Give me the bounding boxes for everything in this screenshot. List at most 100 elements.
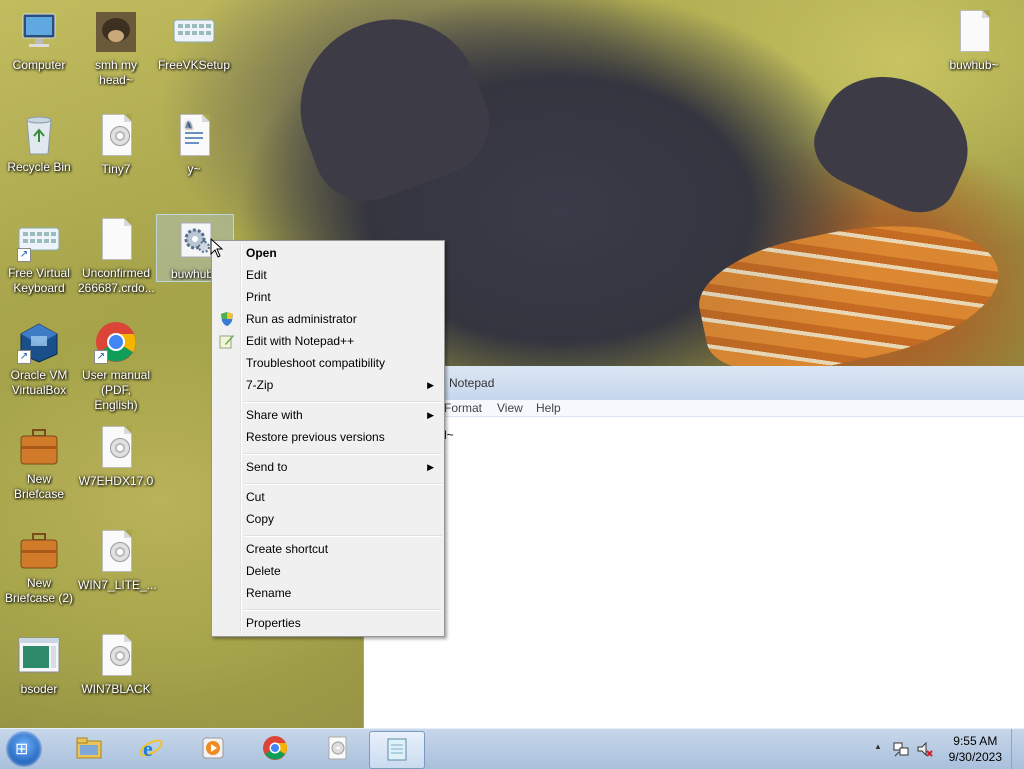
image-thumbnail-icon [94,10,138,54]
chrome-icon: ↗ [94,320,138,364]
menu-item-create-shortcut[interactable]: Create shortcut [214,538,442,560]
notepad-title-bar[interactable]: Notepad [364,366,1024,400]
menu-item-restore-previous-versions[interactable]: Restore previous versions [214,426,442,448]
media-player-icon [202,737,224,759]
desktop-icon-label: W7EHDX17.0 [78,474,154,488]
desktop-icon-new-briefcase[interactable]: New Briefcase [1,424,77,502]
submenu-arrow-icon: ▶ [427,380,434,390]
desktop-icon-recycle-bin[interactable]: Recycle Bin [1,112,77,175]
menu-separator [244,535,442,537]
desktop-icon-label: bsoder [20,682,58,696]
menu-item-open[interactable]: Open [214,242,442,264]
svg-text:A: A [185,120,192,130]
shield-icon [219,311,235,327]
notepad-text-area[interactable]: l~ [444,428,454,442]
desktop-icon-y[interactable]: A y~ [156,114,232,177]
taskbar-media-player[interactable] [186,731,240,767]
shortcut-arrow-icon: ↗ [17,350,31,364]
disc-image-icon [328,736,347,760]
desktop-icon-buwhub-tilde[interactable]: buwhub~ [936,10,1012,73]
desktop-icon-label: WIN7BLACK [81,682,151,696]
menu-item-edit[interactable]: Edit [214,264,442,286]
menu-item-share-with[interactable]: Share with ▶ [214,404,442,426]
taskbar-explorer[interactable] [62,731,116,767]
clock-time: 9:55 AM [953,734,998,748]
shortcut-arrow-icon: ↗ [17,248,31,262]
disc-image-icon [94,426,138,470]
desktop-icon-w7ehdx17[interactable]: W7EHDX17.0 [78,426,154,489]
desktop-icon-label: FreeVKSetup [157,58,231,72]
desktop-icon-computer[interactable]: Computer [1,10,77,73]
desktop-icon-unconfirmed-download[interactable]: Unconfirmed 266687.crdo... [78,218,155,296]
shortcut-arrow-icon: ↗ [94,350,108,364]
menu-help[interactable]: Help [536,401,561,415]
desktop-icon-label: New Briefcase [13,472,65,501]
menu-item-rename[interactable]: Rename [214,582,442,604]
folder-icon [76,737,102,759]
desktop-icon-freevksetup[interactable]: FreeVKSetup [156,10,232,73]
menu-item-edit-with-notepadpp[interactable]: Edit with Notepad++ [214,330,442,352]
taskbar-internet-explorer[interactable]: e [124,731,178,767]
desktop-icon-bsoder[interactable]: bsoder [1,634,77,697]
desktop-icon-tiny7[interactable]: Tiny7 [78,114,154,177]
menu-view[interactable]: View [497,401,523,415]
menu-separator [244,401,442,403]
desktop-icon-label: Unconfirmed 266687.crdo... [78,266,155,295]
desktop-icon-label: y~ [187,162,201,176]
taskbar: ⊞ e ▲ 9:55 AM 9/30/2023 [0,728,1024,769]
menu-item-properties[interactable]: Properties [214,612,442,634]
desktop-icon-win7-lite[interactable]: WIN7_LITE_... [78,530,157,593]
menu-item-7zip[interactable]: 7-Zip ▶ [214,374,442,396]
menu-item-run-as-administrator[interactable]: Run as administrator [214,308,442,330]
menu-item-cut[interactable]: Cut [214,486,442,508]
desktop-icon-win7black[interactable]: WIN7BLACK [78,634,154,697]
notepad-title: Notepad [449,376,495,390]
document-icon [94,218,138,262]
recycle-bin-icon [17,112,61,156]
virtualbox-icon: ↗ [17,320,61,364]
keyboard-icon [172,10,216,54]
notepadpp-icon [219,333,235,349]
show-hidden-icons-button[interactable]: ▲ [874,742,882,751]
chrome-icon [263,736,287,760]
desktop-icon-label: WIN7_LITE_... [78,578,157,592]
briefcase-icon [17,528,61,572]
application-window-icon [17,634,61,678]
desktop-icon-smh-my-head[interactable]: smh my head~ [78,10,154,88]
taskbar-chrome[interactable] [248,731,302,767]
menu-item-send-to[interactable]: Send to ▶ [214,456,442,478]
start-button[interactable]: ⊞ [6,731,42,767]
network-icon[interactable] [892,740,910,758]
taskbar-notepad[interactable] [369,731,425,769]
document-icon [952,10,996,54]
desktop-icon-free-virtual-keyboard[interactable]: ↗ Free Virtual Keyboard [1,218,77,296]
menu-item-print[interactable]: Print [214,286,442,308]
desktop-icon-user-manual[interactable]: ↗ User manual (PDF, English) [78,320,154,413]
clock[interactable]: 9:55 AM 9/30/2023 [949,733,1002,765]
svg-text:e: e [143,736,153,761]
menu-item-troubleshoot-compatibility[interactable]: Troubleshoot compatibility [214,352,442,374]
internet-explorer-icon: e [139,736,163,761]
menu-format[interactable]: Format [444,401,482,415]
menu-separator [244,483,442,485]
desktop-icon-label: Recycle Bin [7,160,71,174]
notepad-icon [387,738,407,761]
menu-item-delete[interactable]: Delete [214,560,442,582]
volume-muted-icon[interactable] [916,740,934,758]
disc-image-icon [94,114,138,158]
mouse-cursor-icon [210,238,224,258]
disc-image-icon [94,530,138,574]
submenu-arrow-icon: ▶ [427,462,434,472]
submenu-arrow-icon: ▶ [427,410,434,420]
menu-item-copy[interactable]: Copy [214,508,442,530]
desktop-icon-label: buwhub~ [949,58,999,72]
windows-logo-icon: ⊞ [15,741,29,758]
system-tray: ▲ 9:55 AM 9/30/2023 [864,729,1024,769]
clock-date: 9/30/2023 [948,750,1002,764]
desktop-icon-new-briefcase-2[interactable]: New Briefcase (2) [1,528,77,606]
wordpad-document-icon: A [172,114,216,158]
desktop-icon-oracle-vm-virtualbox[interactable]: ↗ Oracle VM VirtualBox [1,320,77,398]
taskbar-disc-image[interactable] [310,731,364,767]
show-desktop-button[interactable] [1011,729,1024,769]
notepad-window[interactable]: Notepad Format View Help l~ [363,366,1024,728]
